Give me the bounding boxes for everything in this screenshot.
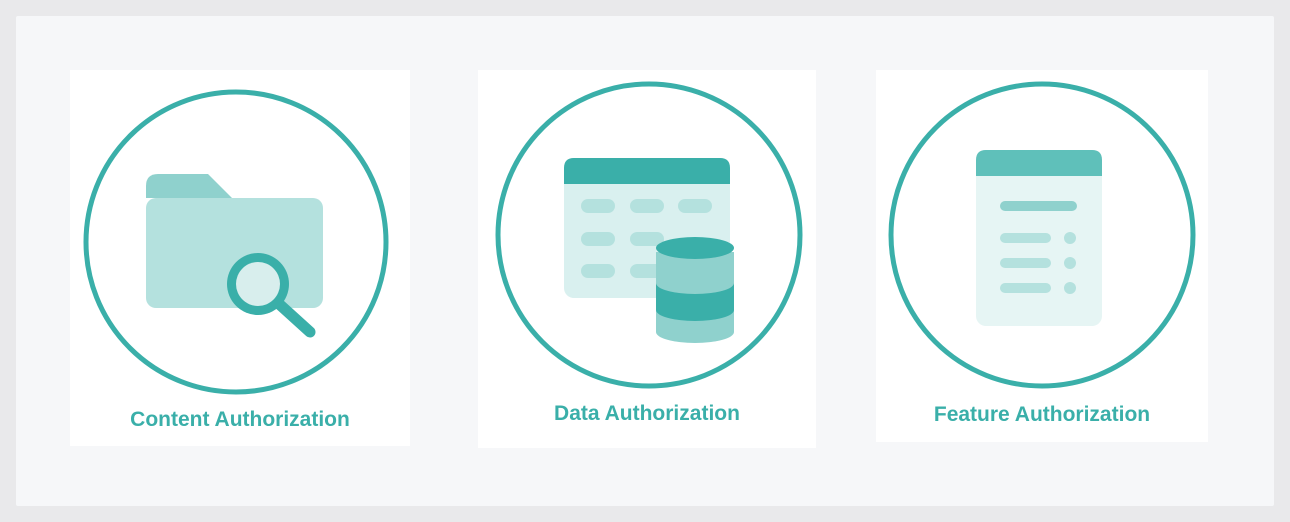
feature-authorization-card[interactable]: Feature Authorization xyxy=(876,70,1208,442)
content-authorization-label: Content Authorization xyxy=(130,408,350,431)
feature-authorization-icon xyxy=(888,81,1196,389)
content-authorization-icon xyxy=(83,89,389,395)
folder-search-icon xyxy=(146,174,323,338)
feature-authorization-label: Feature Authorization xyxy=(933,403,1151,426)
database-table-icon xyxy=(564,158,734,343)
feature-list-icon xyxy=(976,150,1102,326)
data-authorization-icon xyxy=(495,81,803,389)
data-authorization-card[interactable]: Data Authorization xyxy=(478,70,816,448)
data-authorization-label: Data Authorization xyxy=(554,402,740,425)
content-authorization-card[interactable]: Content Authorization xyxy=(70,70,410,446)
